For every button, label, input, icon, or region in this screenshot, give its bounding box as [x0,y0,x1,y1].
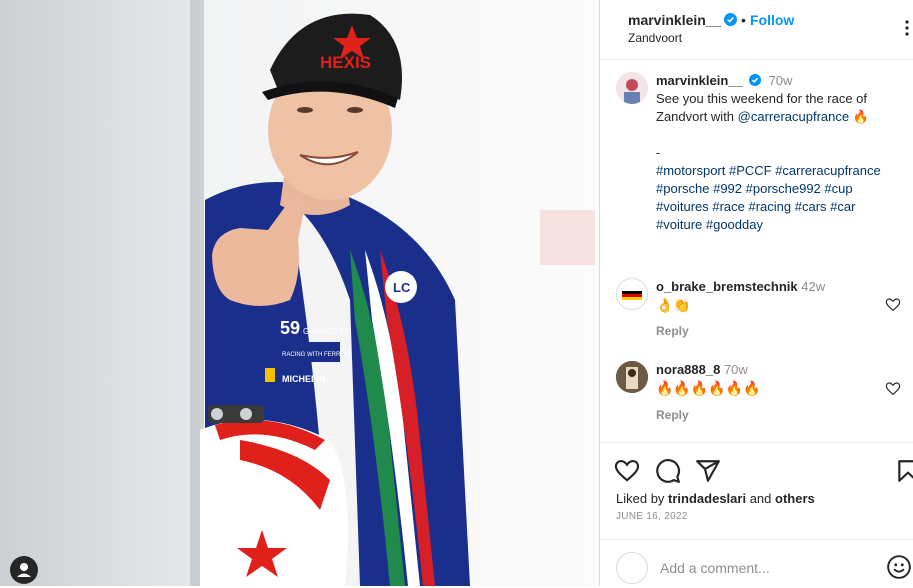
post-sidebar: marvinklein__ • Follow Zandvoort marvink… [599,0,913,586]
liked-by-user[interactable]: trindadeslari [668,491,746,506]
caption-text: See you this weekend for the race of Zan… [656,91,869,124]
commenter-self-avatar [616,552,648,584]
cap-logo-text: HEXIS [320,53,371,72]
author-avatar[interactable] [616,72,648,104]
verified-icon [724,13,737,26]
commenter-avatar[interactable] [616,278,648,310]
share-icon[interactable] [695,458,721,484]
post-header: marvinklein__ • Follow Zandvoort [600,0,913,60]
add-comment-input[interactable]: Add a comment... [660,560,770,576]
caption-username[interactable]: marvinklein__ [656,73,743,88]
comment-item: nora888_8 70w 🔥🔥🔥🔥🔥🔥 [656,361,761,398]
comment-username[interactable]: nora888_8 [656,362,720,377]
account-button[interactable] [10,556,38,584]
author-username[interactable]: marvinklein__ [628,12,721,28]
emoji-icon[interactable] [886,554,912,580]
post-date[interactable]: JUNE 16, 2022 [616,511,688,522]
post-photo[interactable]: HEXIS LC 59 GARAGE 59 RACING WITH FERRAR… [0,0,599,586]
comment-time[interactable]: 42w [801,279,825,294]
hashtag-line[interactable]: #porsche #992 #porsche992 #cup [656,180,906,198]
suit-sponsor-ferrari: RACING WITH FERRARI [282,352,351,358]
add-comment-bar: Add a comment... [600,539,913,588]
liked-by-others[interactable]: others [775,491,815,506]
svg-text:LC: LC [393,280,411,295]
hashtag-line[interactable]: #voiture #goodday [656,216,906,234]
hashtag-line[interactable]: #voitures #race #racing #cars #car [656,198,906,216]
comment-time[interactable]: 70w [724,362,748,377]
heart-icon[interactable] [614,458,640,484]
hashtag-line[interactable]: #motorsport #PCCF #carreracupfrance [656,162,906,180]
bookmark-icon[interactable] [895,458,913,484]
suit-sponsor-michelin: MICHELIN [282,374,326,384]
post-caption: marvinklein__ 70w See you this weekend f… [656,72,906,234]
suit-garage-text: GARAGE 59 [303,327,349,336]
caption-time[interactable]: 70w [769,73,793,88]
heart-icon[interactable] [885,381,901,397]
more-icon[interactable] [900,18,913,38]
separator-dot: • [741,12,746,28]
heart-icon[interactable] [885,297,901,313]
comment-text: 👌👏 [656,297,691,313]
comment-text: 🔥🔥🔥🔥🔥🔥 [656,380,761,396]
reply-button[interactable]: Reply [656,408,689,422]
account-icon [17,563,31,577]
comment-item: o_brake_bremstechnik 42w 👌👏 [656,278,825,315]
caption-dash: - [656,145,661,160]
follow-button[interactable]: Follow [750,12,794,28]
comment-icon[interactable] [655,458,681,484]
verified-icon [749,74,762,86]
mention-link[interactable]: @carreracupfrance [738,109,849,124]
commenter-avatar[interactable] [616,361,648,393]
location-link[interactable]: Zandvoort [628,31,682,45]
likes-summary: Liked by trindadeslari and others [616,491,815,506]
comment-username[interactable]: o_brake_bremstechnik [656,279,798,294]
post-actions: Liked by trindadeslari and others JUNE 1… [600,442,913,587]
reply-button[interactable]: Reply [656,324,689,338]
photo-illustration: HEXIS LC 59 GARAGE 59 RACING WITH FERRAR… [0,0,599,586]
suit-badge-number: 59 [280,318,300,338]
